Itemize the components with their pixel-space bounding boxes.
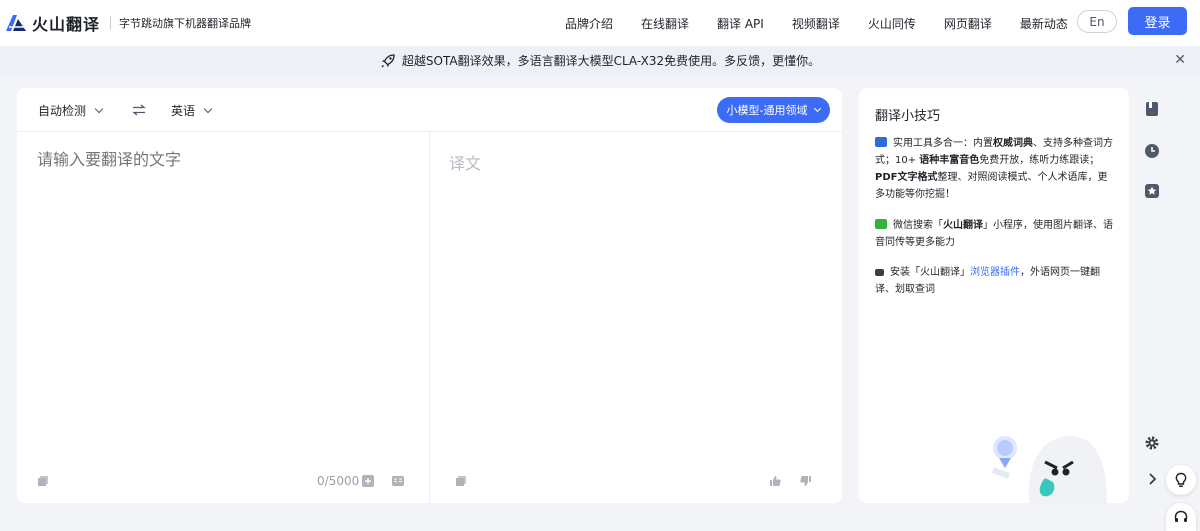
nav-item-news[interactable]: 最新动态 (1020, 15, 1068, 32)
arrow-right-icon (875, 137, 887, 147)
translator-panel: 自动检测 英语 小模型-通用领域 译文 0/5000 (17, 88, 842, 503)
history-icon[interactable] (1144, 143, 1160, 159)
pane-divider (429, 132, 430, 503)
close-icon[interactable]: ✕ (1174, 52, 1186, 68)
model-label: 小模型-通用领域 (726, 104, 808, 117)
tips-title: 翻译小技巧 (875, 109, 941, 124)
translator-toolbar: 自动检测 英语 小模型-通用领域 (17, 88, 842, 132)
lightbulb-icon (1175, 472, 1187, 487)
tip-tools: 实用工具多合一：内置权威词典、支持多种查词方式；10+ 语种丰富音色免费开放，练… (875, 137, 1113, 200)
login-button[interactable]: 登录 (1128, 7, 1187, 35)
thumbs-up-icon[interactable] (769, 475, 781, 487)
logo-divider (110, 16, 112, 30)
hint-button[interactable] (1166, 465, 1196, 495)
chevron-right-icon[interactable] (1144, 471, 1160, 487)
wechat-icon (875, 219, 887, 229)
brand-logo[interactable]: 火山翻译 字节跳动旗下机器翻译品牌 (4, 11, 251, 35)
book-icon[interactable] (1144, 101, 1160, 117)
chevron-down-icon (814, 104, 822, 112)
headset-icon (1174, 510, 1188, 522)
nav-item-brand[interactable]: 品牌介绍 (565, 15, 613, 32)
nav-item-simultaneous[interactable]: 火山同传 (868, 15, 916, 32)
model-select-button[interactable]: 小模型-通用领域 (717, 97, 830, 123)
nav-item-webpage[interactable]: 网页翻译 (944, 15, 992, 32)
top-header: 火山翻译 字节跳动旗下机器翻译品牌 品牌介绍 在线翻译 翻译 API 视频翻译 … (0, 0, 1200, 46)
source-language-select[interactable]: 自动检测 (38, 102, 104, 119)
source-language-label: 自动检测 (38, 104, 87, 118)
extension-icon (875, 269, 884, 276)
thumbs-down-icon[interactable] (800, 475, 812, 487)
rocket-icon (381, 53, 395, 67)
logo-text: 火山翻译 (32, 15, 101, 34)
target-text-output: 译文 (449, 154, 482, 173)
chevron-down-icon (94, 104, 104, 113)
gear-icon[interactable] (1144, 435, 1160, 451)
nav-item-video[interactable]: 视频翻译 (792, 15, 840, 32)
main-nav: 品牌介绍 在线翻译 翻译 API 视频翻译 火山同传 网页翻译 最新动态 (565, 0, 1096, 46)
logo-icon (6, 15, 26, 31)
logo-slogan: 字节跳动旗下机器翻译品牌 (119, 17, 252, 30)
document-icon[interactable] (392, 475, 404, 487)
support-button[interactable] (1166, 503, 1196, 531)
character-counter: 0/5000 (317, 474, 360, 488)
browser-extension-link[interactable]: 浏览器插件 (970, 267, 1020, 278)
copy-translation-icon[interactable] (455, 475, 467, 487)
target-language-label: 英语 (171, 104, 196, 118)
mascot-illustration (991, 436, 1107, 504)
nav-item-api[interactable]: 翻译 API (717, 15, 764, 32)
announcement-banner: 超越SOTA翻译效果，多语言翻译大模型CLA-X32免费使用。多反馈，更懂你。 … (0, 46, 1200, 75)
tip-extension: 安装「火山翻译」浏览器插件，外语网页一键翻译、划取查词 (875, 267, 1100, 295)
favorites-icon[interactable] (1144, 183, 1160, 199)
nav-item-online-translate[interactable]: 在线翻译 (641, 15, 689, 32)
banner-text: 超越SOTA翻译效果，多语言翻译大模型CLA-X32免费使用。多反馈，更懂你。 (401, 54, 821, 68)
target-language-select[interactable]: 英语 (171, 102, 213, 119)
add-term-icon[interactable] (362, 475, 374, 487)
swap-languages-icon[interactable] (132, 104, 146, 116)
source-text-input[interactable] (37, 150, 407, 169)
copy-icon[interactable] (37, 475, 49, 487)
chevron-down-icon (203, 104, 213, 113)
language-toggle-button[interactable]: En (1077, 10, 1117, 33)
tip-wechat: 微信搜索「火山翻译」小程序，使用图片翻译、语音同传等更多能力 (875, 219, 1113, 248)
